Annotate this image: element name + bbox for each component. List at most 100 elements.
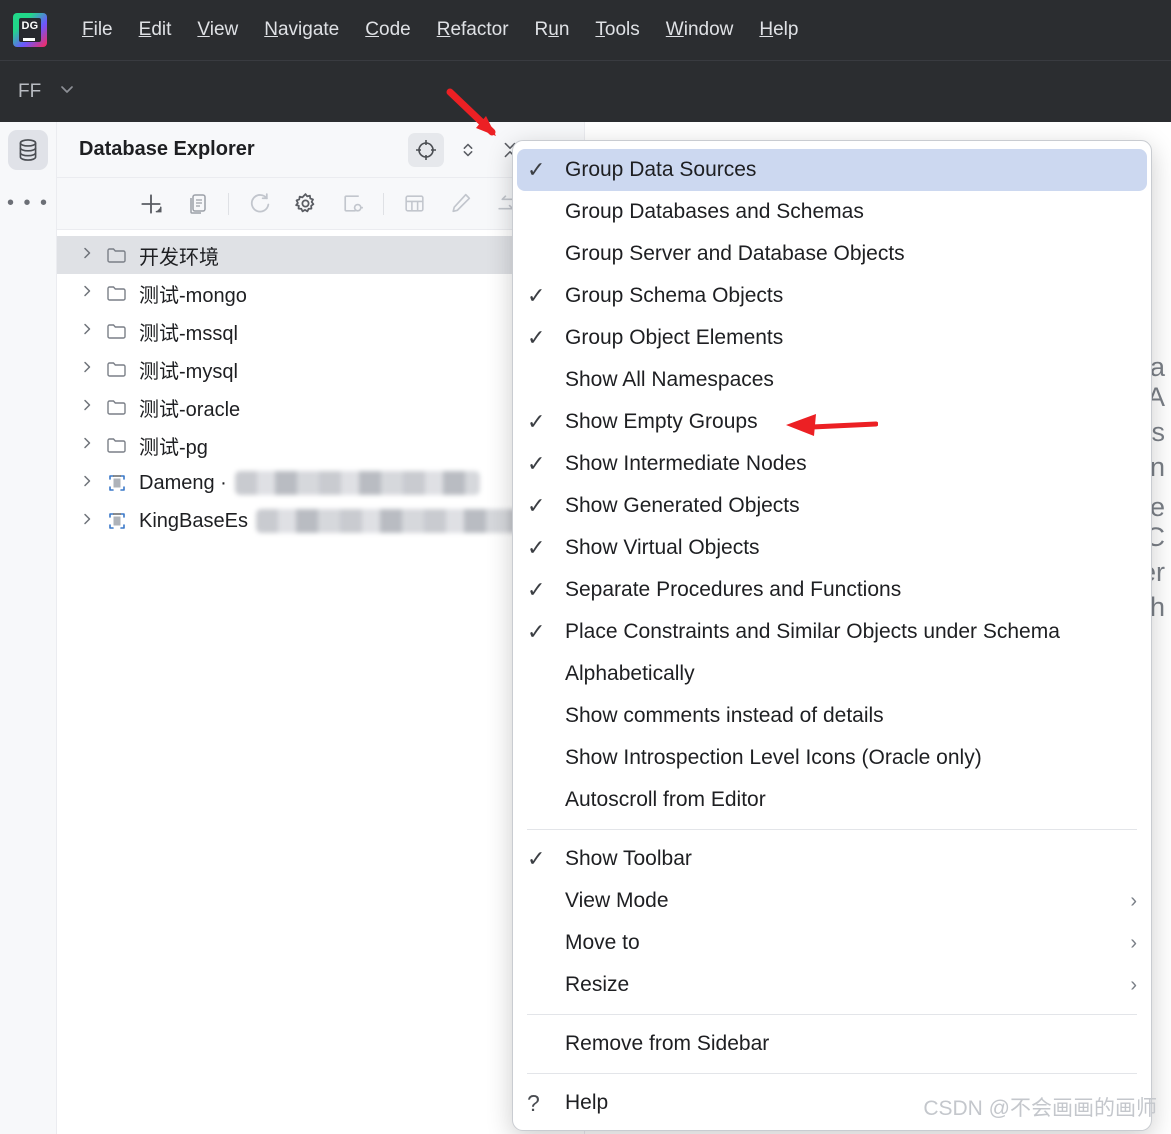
tree-row[interactable]: Dameng ·: [57, 464, 584, 502]
open-table-editor-icon[interactable]: [398, 187, 431, 221]
tree-row-label: Dameng ·: [139, 471, 227, 494]
chevron-right-icon: ›: [1130, 973, 1137, 996]
menu-option-group-databases-and-schemas[interactable]: Group Databases and Schemas: [513, 191, 1151, 233]
menu-option-place-constraints-and-similar-objects-under-schema[interactable]: ✓ Place Constraints and Similar Objects u…: [513, 611, 1151, 653]
tree-row-label: 测试-pg: [139, 436, 208, 459]
menu-option-show-all-namespaces[interactable]: Show All Namespaces: [513, 359, 1151, 401]
tree-row-label: KingBaseEs: [139, 509, 248, 532]
disconnect-icon[interactable]: [336, 187, 369, 221]
chevron-right-icon[interactable]: [79, 359, 105, 380]
check-icon: ✓: [527, 577, 546, 602]
menu-option-group-data-sources[interactable]: ✓ Group Data Sources: [517, 149, 1147, 191]
menu-option-show-intermediate-nodes[interactable]: ✓ Show Intermediate Nodes: [513, 443, 1151, 485]
check-icon: ✓: [527, 157, 546, 182]
menu-separator: [527, 1073, 1137, 1074]
datagrip-window: DG File Edit View Navigate Code Refactor Run To…: [0, 0, 1171, 1134]
menu-option-label: Show comments instead of details: [565, 704, 884, 727]
menu-option-label: Group Data Sources: [565, 158, 757, 181]
menu-option-show-empty-groups[interactable]: ✓ Show Empty Groups: [513, 401, 1151, 443]
app-logo-icon: DG: [13, 13, 47, 47]
check-icon: ✓: [527, 451, 546, 476]
menu-item-file[interactable]: File: [69, 15, 126, 45]
refresh-icon[interactable]: [243, 187, 276, 221]
sidebar-item-database[interactable]: [8, 130, 48, 170]
menu-item-navigate[interactable]: Navigate: [251, 15, 352, 45]
modify-object-icon[interactable]: [444, 187, 477, 221]
check-icon: ✓: [527, 619, 546, 644]
menu-label-rest: iew: [209, 19, 239, 40]
data-source-icon: [105, 509, 139, 533]
menu-separator: [527, 829, 1137, 830]
menu-label-rest: avigate: [277, 19, 340, 40]
data-source-tree[interactable]: 开发环境测试-mongo 测试-mssql 测试-mysql 测试-oracle 测试-…: [57, 230, 584, 540]
tree-row[interactable]: 测试-pg: [57, 426, 584, 464]
tree-row-label: 测试-mongo: [139, 284, 247, 307]
menu-option-group-schema-objects[interactable]: ✓ Group Schema Objects: [513, 275, 1151, 317]
menu-option-alphabetically[interactable]: Alphabetically: [513, 653, 1151, 695]
menu-option-show-generated-objects[interactable]: ✓ Show Generated Objects: [513, 485, 1151, 527]
duplicate-icon[interactable]: [182, 187, 215, 221]
menu-option-autoscroll-from-editor[interactable]: Autoscroll from Editor: [513, 779, 1151, 821]
add-new-icon[interactable]: [135, 187, 168, 221]
menu-option-group-object-elements[interactable]: ✓ Group Object Elements: [513, 317, 1151, 359]
menu-option-label: Remove from Sidebar: [565, 1032, 770, 1055]
folder-icon: [105, 433, 139, 457]
menu-item-run[interactable]: Run: [522, 15, 583, 45]
tree-row[interactable]: 测试-mysql: [57, 350, 584, 388]
watermark-label: CSDN @不会画画的画师: [923, 1097, 1157, 1120]
expand-collapse-icon[interactable]: [450, 133, 486, 167]
menu-option-remove-from-sidebar[interactable]: Remove from Sidebar: [513, 1023, 1151, 1065]
tree-row[interactable]: 测试-oracle: [57, 388, 584, 426]
editor-text-fragment: n: [1149, 452, 1165, 482]
menu-item-tools[interactable]: Tools: [582, 15, 652, 45]
menu-option-label: Show Introspection Level Icons (Oracle o…: [565, 746, 982, 769]
rail-more-button[interactable]: • • •: [7, 192, 49, 214]
menu-option-show-comments-instead-of-details[interactable]: Show comments instead of details: [513, 695, 1151, 737]
menu-item-code[interactable]: Code: [352, 15, 423, 45]
chevron-right-icon[interactable]: [79, 435, 105, 456]
menu-option-label: Show Intermediate Nodes: [565, 452, 807, 475]
menu-item-help[interactable]: Help: [746, 15, 811, 45]
project-name-label[interactable]: FF: [18, 81, 41, 103]
menu-option-view-mode[interactable]: View Mode ›: [513, 880, 1151, 922]
chevron-right-icon[interactable]: [79, 283, 105, 304]
tree-row[interactable]: 测试-mssql: [57, 312, 584, 350]
menu-mnemonic: H: [759, 19, 774, 40]
menu-option-label: Show All Namespaces: [565, 368, 774, 391]
tree-row[interactable]: 测试-mongo: [57, 274, 584, 312]
menu-label-rest: n: [558, 19, 570, 40]
data-source-icon: [105, 471, 139, 495]
menu-item-refactor[interactable]: Refactor: [424, 15, 522, 45]
menu-option-separate-procedures-and-functions[interactable]: ✓ Separate Procedures and Functions: [513, 569, 1151, 611]
menu-option-resize[interactable]: Resize ›: [513, 964, 1151, 1006]
menu-item-edit[interactable]: Edit: [126, 15, 185, 45]
menu-option-show-introspection-level-icons-oracle-only[interactable]: Show Introspection Level Icons (Oracle o…: [513, 737, 1151, 779]
view-options-popup-menu[interactable]: ✓ Group Data Sources Group Databases and S…: [512, 140, 1152, 1131]
main-menu-bar: DG File Edit View Navigate Code Refactor Run To…: [0, 0, 1171, 61]
menu-option-show-virtual-objects[interactable]: ✓ Show Virtual Objects: [513, 527, 1151, 569]
menu-option-move-to[interactable]: Move to ›: [513, 922, 1151, 964]
tree-row[interactable]: KingBaseEs: [57, 502, 584, 540]
locate-icon[interactable]: [408, 132, 444, 167]
tree-row-label: 测试-mysql: [139, 360, 238, 383]
chevron-right-icon[interactable]: [79, 397, 105, 418]
menu-item-view[interactable]: View: [184, 15, 251, 45]
chevron-down-icon[interactable]: [57, 79, 77, 104]
tree-row[interactable]: 开发环境: [57, 236, 584, 274]
chevron-right-icon[interactable]: [79, 473, 105, 494]
editor-text-fragment: a: [1149, 352, 1165, 382]
menu-mnemonic: R: [436, 19, 451, 40]
check-icon: ✓: [527, 846, 546, 871]
project-bar: FF: [0, 61, 1171, 122]
help-icon: ?: [527, 1089, 540, 1116]
menu-item-window[interactable]: Window: [653, 15, 747, 45]
menu-label-rest: ools: [604, 19, 640, 40]
data-source-properties-icon[interactable]: [290, 187, 323, 221]
menu-label-rest: efactor: [450, 19, 509, 40]
menu-option-group-server-and-database-objects[interactable]: Group Server and Database Objects: [513, 233, 1151, 275]
menu-option-show-toolbar[interactable]: ✓ Show Toolbar: [513, 838, 1151, 880]
chevron-right-icon[interactable]: [79, 321, 105, 342]
chevron-right-icon[interactable]: [79, 511, 105, 532]
folder-icon: [105, 281, 139, 305]
chevron-right-icon[interactable]: [79, 245, 105, 266]
